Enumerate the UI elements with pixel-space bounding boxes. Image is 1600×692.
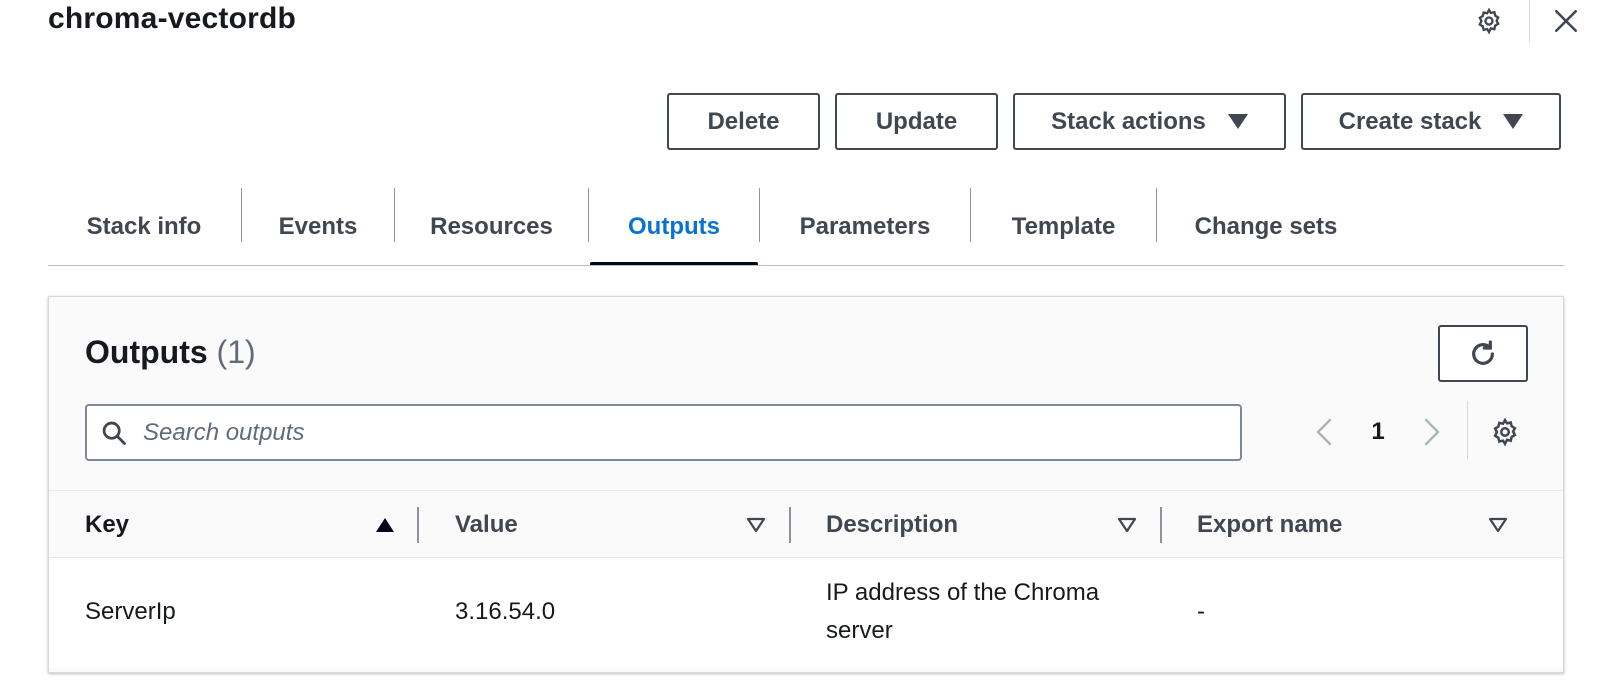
cell-key: ServerIp <box>85 598 176 625</box>
cell-export-name: - <box>1197 598 1205 625</box>
tab-bar: Stack info Events Resources Outputs Para… <box>48 188 1564 266</box>
pagination-divider <box>1467 401 1468 459</box>
update-button-label: Update <box>875 107 958 135</box>
stack-action-buttons: Delete Update Stack actions Create stack <box>667 93 1561 150</box>
outputs-heading: Outputs (1) <box>85 334 256 371</box>
outputs-table: Key Value Description Export name Server… <box>49 490 1563 668</box>
stack-actions-label: Stack actions <box>1051 107 1206 135</box>
outputs-panel: Outputs (1) 1 <box>48 296 1564 673</box>
column-resizer[interactable] <box>1160 507 1162 543</box>
cell-value: 3.16.54.0 <box>455 598 556 625</box>
header-divider <box>1529 0 1530 42</box>
page-title: chroma-vectordb <box>48 2 297 35</box>
sort-ascending-icon[interactable] <box>373 513 397 537</box>
column-header-export-name[interactable]: Export name <box>1197 491 1342 559</box>
table-row: ServerIp 3.16.54.0 IP address of the Chr… <box>49 558 1563 668</box>
caret-down-icon <box>1227 114 1248 129</box>
delete-button[interactable]: Delete <box>667 93 820 150</box>
column-resizer[interactable] <box>789 507 791 543</box>
column-header-key[interactable]: Key <box>85 491 129 559</box>
create-stack-label: Create stack <box>1338 107 1482 135</box>
sort-descending-icon[interactable] <box>1486 513 1510 537</box>
search-icon <box>99 418 129 448</box>
tab-events[interactable]: Events <box>242 188 394 266</box>
page-number[interactable]: 1 <box>1363 415 1393 449</box>
update-button[interactable]: Update <box>835 93 998 150</box>
chevron-right-icon[interactable] <box>1419 415 1445 449</box>
sort-descending-icon[interactable] <box>1115 513 1139 537</box>
column-header-description[interactable]: Description <box>826 491 958 559</box>
tab-parameters[interactable]: Parameters <box>760 188 970 266</box>
stack-actions-dropdown[interactable]: Stack actions <box>1013 93 1286 150</box>
tab-bar-divider <box>48 265 1564 266</box>
tab-template[interactable]: Template <box>971 188 1156 266</box>
tab-resources[interactable]: Resources <box>395 188 588 266</box>
tab-change-sets[interactable]: Change sets <box>1157 188 1375 266</box>
column-header-value[interactable]: Value <box>455 491 518 559</box>
close-icon[interactable] <box>1551 6 1581 36</box>
refresh-button[interactable] <box>1438 325 1528 382</box>
search-field[interactable] <box>85 404 1242 461</box>
chevron-left-icon[interactable] <box>1311 415 1337 449</box>
delete-button-label: Delete <box>707 107 780 135</box>
column-resizer[interactable] <box>417 507 419 543</box>
search-input[interactable] <box>143 418 1223 447</box>
table-header: Key Value Description Export name <box>49 490 1563 558</box>
settings-gear-icon[interactable] <box>1474 6 1504 36</box>
outputs-count: (1) <box>216 334 256 370</box>
caret-down-icon <box>1503 114 1524 129</box>
refresh-icon <box>1472 339 1494 365</box>
sort-descending-icon[interactable] <box>744 513 768 537</box>
outputs-title: Outputs <box>85 334 208 370</box>
create-stack-dropdown[interactable]: Create stack <box>1301 93 1561 150</box>
cell-description: IP address of the Chroma server <box>826 579 1100 644</box>
tab-stack-info[interactable]: Stack info <box>48 188 240 266</box>
settings-gear-icon[interactable] <box>1489 415 1521 449</box>
tab-outputs[interactable]: Outputs <box>589 188 759 266</box>
